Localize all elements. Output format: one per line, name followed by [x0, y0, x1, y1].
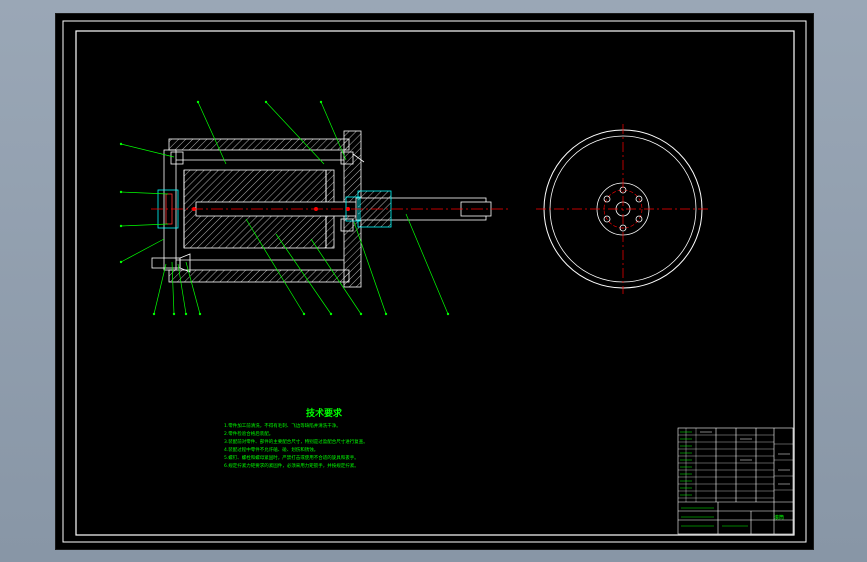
title-block-name: 滚筒 [774, 514, 784, 521]
section-view [151, 130, 511, 288]
technical-notes: 技术要求 1.零件加工前清洗，不得有毛刺、飞边等缺陷并清洗干净。 2.零件检验合… [224, 407, 368, 469]
note-line: 5.螺钉、螺栓和螺母紧固时，严禁打击或使用不合适的旋具和扳手。 [224, 454, 359, 461]
notes-title: 技术要求 [306, 407, 343, 419]
cad-viewport[interactable]: 技术要求 1.零件加工前清洗，不得有毛刺、飞边等缺陷并清洗干净。 2.零件检验合… [55, 13, 814, 550]
note-line: 3.装配前对零件、部件的主要配合尺寸，特别是过盈配合尺寸进行复查。 [224, 438, 368, 445]
note-line: 1.零件加工前清洗，不得有毛刺、飞边等缺陷并清洗干净。 [224, 422, 341, 429]
drawing-canvas: 技术要求 1.零件加工前清洗，不得有毛刺、飞边等缺陷并清洗干净。 2.零件检验合… [62, 20, 807, 543]
shell-top [168, 138, 350, 151]
note-line: 2.零件检验合格后装配。 [224, 430, 273, 437]
note-line: 4.装配过程中零件不允许磕、碰、划伤和锈蚀。 [224, 446, 318, 453]
note-line: 6.规定拧紧力矩要求的紧固件，必须采用力矩扳手，并按规定拧紧。 [224, 462, 359, 469]
shell-bottom [168, 269, 350, 283]
end-view [536, 124, 711, 294]
